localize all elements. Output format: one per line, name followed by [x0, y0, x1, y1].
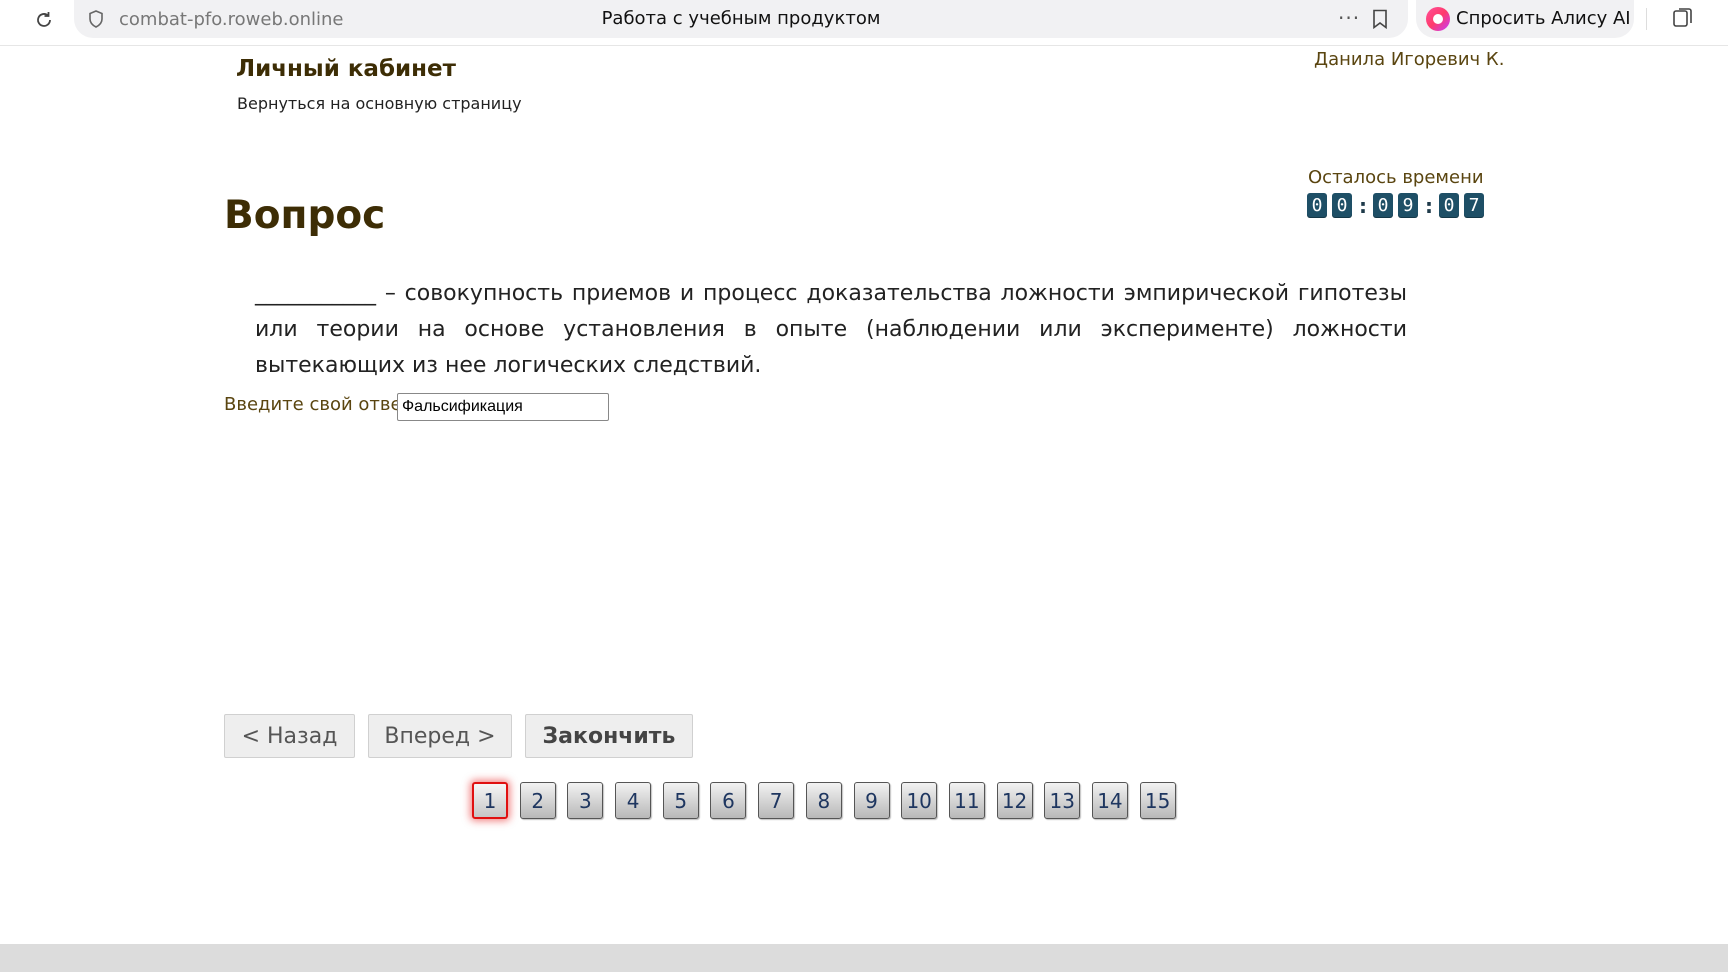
page-button-4[interactable]: 4	[615, 782, 652, 819]
timer-digit: 0	[1307, 193, 1327, 218]
finish-button[interactable]: Закончить	[525, 714, 693, 758]
page-button-3[interactable]: 3	[567, 782, 604, 819]
page-button-1[interactable]: 1	[472, 782, 508, 819]
page-button-2[interactable]: 2	[519, 782, 556, 819]
back-button[interactable]: < Назад	[224, 714, 355, 758]
alice-icon	[1426, 7, 1450, 31]
page-title[interactable]: Личный кабинет	[236, 56, 456, 82]
timer-label: Осталось времени	[1308, 167, 1484, 188]
extensions-icon[interactable]	[1670, 6, 1696, 36]
page-button-10[interactable]: 10	[901, 782, 938, 819]
ask-alice-button[interactable]: Спросить Алису AI	[1416, 0, 1634, 38]
page-button-11[interactable]: 11	[948, 782, 985, 819]
back-to-main-link[interactable]: Вернуться на основную страницу	[237, 94, 522, 113]
next-button[interactable]: Вперед >	[368, 714, 512, 758]
page-button-13[interactable]: 13	[1044, 782, 1081, 819]
page-button-9[interactable]: 9	[853, 782, 890, 819]
timer-digit: 9	[1398, 193, 1418, 218]
page-button-8[interactable]: 8	[805, 782, 842, 819]
address-bar[interactable]: combat-pfo.roweb.online Работа с учебным…	[74, 0, 1408, 38]
bookmark-icon[interactable]	[1372, 9, 1388, 33]
answer-input[interactable]	[397, 393, 609, 421]
question-heading: Вопрос	[224, 193, 386, 238]
page-button-7[interactable]: 7	[758, 782, 795, 819]
timer-digit: 7	[1464, 193, 1484, 218]
page-button-6[interactable]: 6	[710, 782, 747, 819]
timer-digit: 0	[1332, 193, 1352, 218]
reload-icon[interactable]	[30, 6, 58, 34]
page-button-15[interactable]: 15	[1139, 782, 1176, 819]
question-pagination: 1 2 3 4 5 6 7 8 9 10 11 12 13 14 15	[472, 782, 1187, 819]
user-name[interactable]: Данила Игоревич К.	[1314, 49, 1504, 70]
page-button-12[interactable]: 12	[996, 782, 1033, 819]
question-text: ___________ – совокупность приемов и про…	[255, 281, 1407, 378]
timer-digit: 0	[1373, 193, 1393, 218]
browser-toolbar: combat-pfo.roweb.online Работа с учебным…	[0, 0, 1728, 46]
page-button-14[interactable]: 14	[1091, 782, 1128, 819]
timer-separator: :	[1425, 193, 1433, 218]
more-icon[interactable]: ···	[1338, 6, 1360, 30]
toolbar-divider	[1646, 8, 1647, 30]
tab-title: Работа с учебным продуктом	[601, 8, 881, 29]
answer-label: Введите свой ответ	[224, 394, 413, 415]
page-button-5[interactable]: 5	[662, 782, 699, 819]
timer-digit: 0	[1439, 193, 1459, 218]
bottom-scroll-area	[0, 944, 1728, 972]
countdown-timer: 0 0 : 0 9 : 0 7	[1307, 193, 1489, 218]
ask-alice-label: Спросить Алису AI	[1456, 8, 1631, 29]
timer-separator: :	[1359, 193, 1367, 218]
